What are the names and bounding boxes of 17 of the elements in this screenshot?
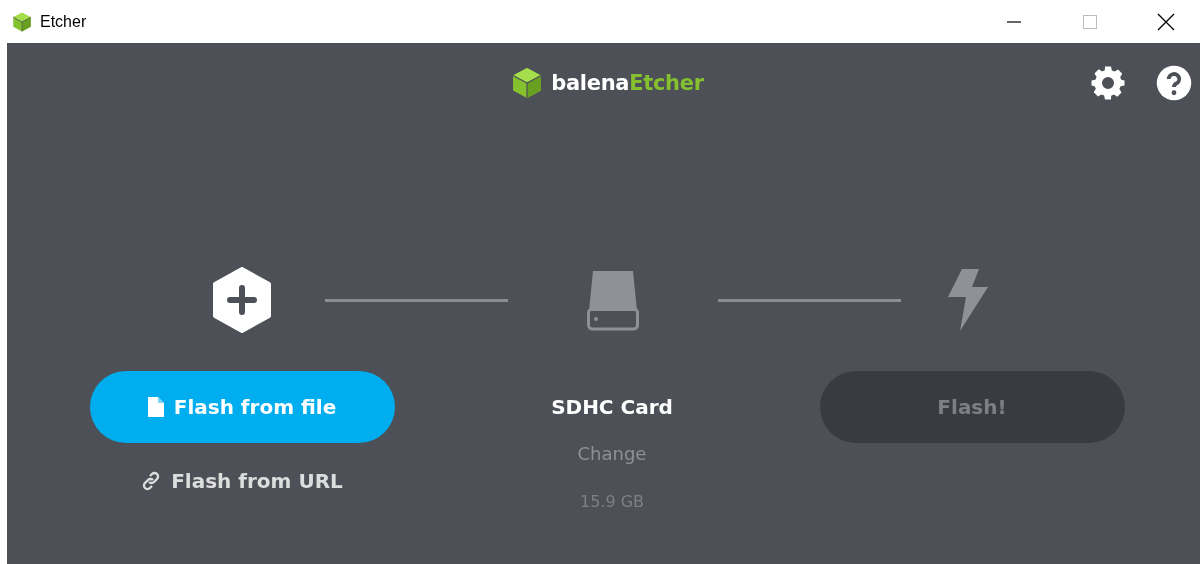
flash-from-file-button[interactable]: Flash from file [89,371,395,443]
link-icon [141,471,162,491]
help-icon[interactable] [1156,65,1192,101]
change-link[interactable]: Change [577,443,647,464]
minimize-icon [1006,20,1022,23]
lightning-icon [948,269,988,331]
target-drive-name: SDHC Card [551,395,673,419]
app-logo-text: balenaEtcher [551,71,704,95]
add-hexagon-icon [212,267,272,333]
settings-icon[interactable] [1090,65,1126,101]
cube-logo-icon [12,11,32,32]
close-icon [1157,12,1175,31]
file-icon [147,397,164,417]
flash-from-url-link[interactable]: Flash from URL [137,465,347,497]
cube-logo-icon [511,67,544,99]
maximize-icon [1082,13,1098,30]
window-title: Etcher [40,12,88,31]
